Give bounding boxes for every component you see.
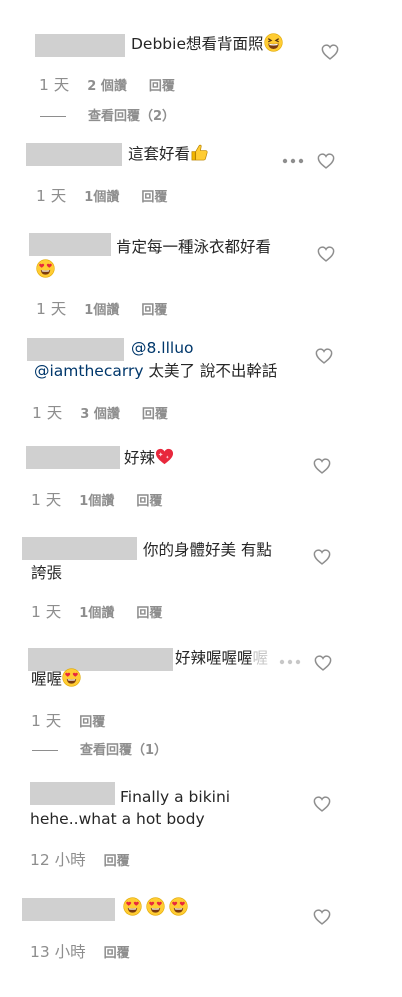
like-heart-icon[interactable] <box>317 153 335 169</box>
comment-meta: 1 天 1個讚 回覆 <box>31 488 162 510</box>
comment-item: 好辣 1 天 1個讚 回覆 <box>0 438 402 528</box>
thumbs-up-emoji <box>190 143 209 162</box>
like-heart-icon[interactable] <box>315 348 333 364</box>
comment-time: 1 天 <box>31 603 62 621</box>
comment-time: 1 天 <box>32 404 63 422</box>
like-heart-icon[interactable] <box>314 655 332 671</box>
username-redacted[interactable] <box>22 537 137 560</box>
divider-line <box>32 750 58 751</box>
more-options-icon[interactable] <box>279 659 301 665</box>
reply-button[interactable]: 回覆 <box>149 79 175 94</box>
comment-item: 這套好看 1 天 1個讚 回覆 <box>0 135 402 230</box>
view-replies-button[interactable]: 查看回覆（2） <box>40 105 175 124</box>
username-redacted[interactable] <box>27 338 124 361</box>
like-heart-icon[interactable] <box>317 246 335 262</box>
reply-button[interactable]: 回覆 <box>142 407 168 422</box>
comment-time: 1 天 <box>36 300 67 318</box>
view-replies-button[interactable]: 查看回覆（1） <box>32 739 167 758</box>
comment-meta: 1 天 1個讚 回覆 <box>31 600 162 622</box>
reply-button[interactable]: 回覆 <box>141 190 167 205</box>
comment-time: 13 小時 <box>30 943 86 961</box>
comment-item: Finally a bikini hehe..what a hot body 1… <box>0 768 402 873</box>
reply-button[interactable]: 回覆 <box>79 715 105 730</box>
comment-item: @8.llluo @iamthecarry 太美了 說不出幹話 1 天 3 個讚 回… <box>0 330 402 438</box>
heart-eyes-emoji <box>169 897 188 916</box>
comment-text-line2: 誇張 <box>31 564 63 582</box>
more-options-icon[interactable] <box>282 158 304 164</box>
comment-meta: 1 天 1個讚 回覆 <box>36 297 167 319</box>
comment-text-line2: 喔喔 <box>31 668 81 690</box>
reply-button[interactable]: 回覆 <box>136 494 162 509</box>
comment-meta: 13 小時 回覆 <box>30 940 130 962</box>
comment-text-line2: @iamthecarry 太美了 說不出幹話 <box>34 362 278 380</box>
like-count[interactable]: 2 個讚 <box>87 79 127 94</box>
like-count[interactable]: 1個讚 <box>84 303 119 318</box>
comment-time: 1 天 <box>31 491 62 509</box>
username-redacted[interactable] <box>26 446 120 469</box>
like-count[interactable]: 1個讚 <box>79 606 114 621</box>
comment-text <box>118 897 188 919</box>
mention-link[interactable]: @iamthecarry <box>34 362 144 380</box>
reply-button[interactable]: 回覆 <box>136 606 162 621</box>
mention-link[interactable]: @8.llluo <box>131 339 194 357</box>
comment-item: 肯定每一種泳衣都好看 1 天 1個讚 回覆 <box>0 230 402 330</box>
comment-text: 好辣 <box>124 447 174 469</box>
like-count[interactable]: 3 個讚 <box>80 407 120 422</box>
comment-text: 肯定每一種泳衣都好看 <box>116 238 272 256</box>
comment-text-line2: hehe..what a hot body <box>30 810 205 828</box>
like-heart-icon[interactable] <box>313 549 331 565</box>
comment-meta: 12 小時 回覆 <box>30 848 130 870</box>
comment-text: 這套好看 <box>128 143 209 165</box>
comment-meta: 1 天 2 個讚 回覆 <box>39 73 175 95</box>
heart-eyes-emoji <box>123 897 142 916</box>
comment-meta: 1 天 1個讚 回覆 <box>36 184 167 206</box>
heart-eyes-emoji <box>146 897 165 916</box>
reply-button[interactable]: 回覆 <box>141 303 167 318</box>
like-heart-icon[interactable] <box>313 909 331 925</box>
reply-button[interactable]: 回覆 <box>104 946 130 961</box>
comment-text: Finally a bikini <box>120 788 231 806</box>
reply-button[interactable]: 回覆 <box>104 854 130 869</box>
username-redacted[interactable] <box>26 143 122 166</box>
comment-text: @8.llluo <box>131 337 194 359</box>
comment-item: 你的身體好美 有點 誇張 1 天 1個讚 回覆 <box>0 528 402 638</box>
like-heart-icon[interactable] <box>313 458 331 474</box>
comment-text: 你的身體好美 有點 <box>143 541 272 559</box>
sparkling-heart-emoji <box>155 447 174 466</box>
heart-eyes-emoji <box>62 668 81 687</box>
grinning-squinting-face-emoji <box>264 33 283 52</box>
comment-text: Debbie想看背面照 <box>131 33 283 55</box>
comment-item: Debbie想看背面照 1 天 2 個讚 回覆 查看回覆（2） <box>0 0 402 135</box>
username-redacted[interactable] <box>35 34 125 57</box>
comment-text: 好辣喔喔喔喔 <box>175 649 269 667</box>
comment-item: 好辣喔喔喔喔 喔喔 1 天 回覆 查看回覆（1） <box>0 638 402 768</box>
username-redacted[interactable] <box>30 782 115 805</box>
divider-line <box>40 116 66 117</box>
comment-time: 1 天 <box>39 76 70 94</box>
comment-item: 13 小時 回覆 <box>0 873 402 997</box>
comment-time: 1 天 <box>36 187 67 205</box>
like-count[interactable]: 1個讚 <box>84 190 119 205</box>
like-count[interactable]: 1個讚 <box>79 494 114 509</box>
username-redacted[interactable] <box>29 233 111 256</box>
comment-time: 1 天 <box>31 712 62 730</box>
comment-meta: 1 天 回覆 <box>31 709 105 731</box>
comment-time: 12 小時 <box>30 851 86 869</box>
comment-meta: 1 天 3 個讚 回覆 <box>32 401 168 423</box>
like-heart-icon[interactable] <box>313 796 331 812</box>
like-heart-icon[interactable] <box>321 44 339 60</box>
heart-eyes-emoji <box>36 259 55 278</box>
username-redacted[interactable] <box>22 898 115 921</box>
